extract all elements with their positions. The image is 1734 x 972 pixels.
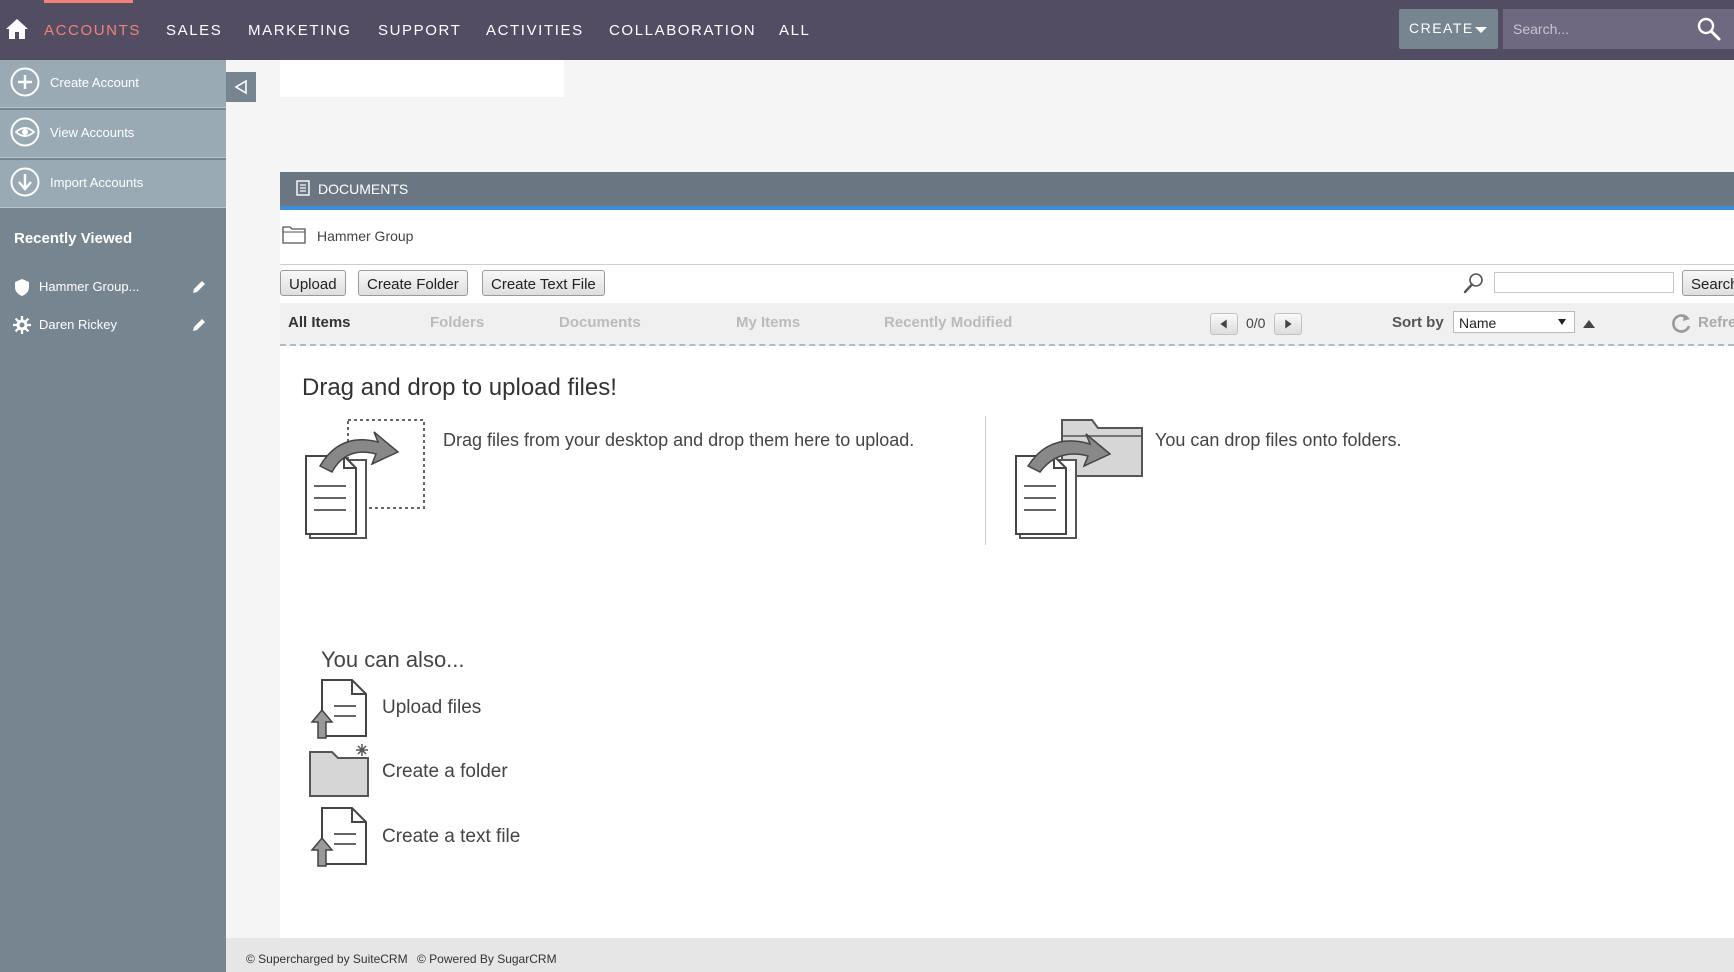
filter-folders[interactable]: Folders [430, 314, 484, 331]
top-nav-bar: ACCOUNTS SALES MARKETING SUPPORT ACTIVIT… [0, 0, 1734, 60]
shield-icon [15, 279, 29, 296]
sidebar-action-label: Create Account [50, 75, 139, 90]
global-search-input[interactable] [1513, 19, 1683, 39]
chevron-down-icon [1475, 27, 1487, 33]
documents-search-input[interactable] [1494, 272, 1674, 293]
create-text-file-link[interactable]: Create a text file [382, 826, 520, 848]
sidebar-action-label: View Accounts [50, 125, 135, 140]
footer-suitecrm-link[interactable]: © Supercharged by SuiteCRM [246, 952, 408, 966]
sidebar-view-accounts[interactable]: View Accounts [0, 110, 226, 158]
documents-header[interactable]: DOCUMENTS [280, 172, 1734, 206]
collapse-sidebar-button[interactable] [226, 72, 256, 102]
search-icon[interactable] [1696, 16, 1722, 42]
search-icon [1463, 273, 1483, 294]
previous-page-button[interactable] [1210, 313, 1238, 335]
drag-drop-instructions: Drag files from your desktop and drop th… [443, 430, 915, 450]
drop-onto-folder-illustration-icon [1015, 419, 1143, 539]
pencil-icon[interactable] [190, 278, 208, 296]
you-can-also-title: You can also... [321, 647, 465, 672]
filter-documents[interactable]: Documents [559, 314, 641, 331]
next-page-button[interactable] [1274, 313, 1302, 335]
eye-icon [10, 117, 40, 147]
plus-circle-icon [10, 67, 40, 97]
sort-ascending-icon[interactable] [1583, 320, 1595, 328]
filter-bar: All Items Folders Documents My Items Rec… [280, 303, 1734, 346]
create-folder-button[interactable]: Create Folder [358, 270, 468, 296]
detail-tab-panel [280, 60, 564, 97]
chevron-down-icon [1558, 319, 1566, 325]
gear-icon [13, 316, 31, 334]
sort-by-select[interactable]: Name [1453, 311, 1575, 333]
create-folder-link[interactable]: Create a folder [382, 761, 508, 783]
pencil-icon[interactable] [190, 316, 208, 334]
create-text-file-icon[interactable] [308, 804, 372, 868]
filter-recently-modified[interactable]: Recently Modified [884, 314, 1012, 331]
drop-onto-folders-text: You can drop files onto folders. [1155, 430, 1402, 450]
download-circle-icon [10, 167, 40, 197]
sidebar: Create Account View Accounts Import Acco… [0, 60, 226, 972]
global-search [1503, 9, 1734, 49]
drag-drop-title: Drag and drop to upload files! [302, 374, 617, 401]
recent-item-daren-rickey[interactable]: Daren Rickey [0, 310, 226, 340]
nav-sales[interactable]: SALES [166, 22, 222, 39]
upload-file-icon[interactable] [308, 676, 372, 740]
documents-header-label: DOCUMENTS [318, 181, 409, 197]
create-dropdown-button[interactable]: CREATE [1399, 9, 1498, 49]
footer-sugarcrm-link[interactable]: © Powered By SugarCRM [417, 952, 557, 966]
refresh-label[interactable]: Refresh [1698, 314, 1734, 331]
divider [985, 416, 986, 545]
home-icon[interactable] [4, 16, 30, 42]
nav-marketing[interactable]: MARKETING [248, 22, 352, 39]
sort-by-label: Sort by [1392, 314, 1444, 331]
documents-header-underline [280, 206, 1734, 210]
nav-all[interactable]: ALL [779, 22, 811, 39]
sort-by-value: Name [1459, 315, 1497, 331]
recent-item-label: Daren Rickey [39, 317, 118, 332]
recent-item-hammer-group[interactable]: Hammer Group... [0, 272, 226, 302]
footer: © Supercharged by SuiteCRM © Powered By … [226, 938, 1734, 972]
refresh-icon[interactable] [1670, 311, 1692, 335]
upload-button[interactable]: Upload [280, 270, 346, 296]
filter-all-items[interactable]: All Items [288, 314, 351, 331]
content-gutter [226, 60, 280, 960]
nav-activities[interactable]: ACTIVITIES [486, 22, 584, 39]
nav-collaboration[interactable]: COLLABORATION [609, 22, 756, 39]
folder-icon [282, 226, 306, 244]
nav-accounts[interactable]: ACCOUNTS [44, 22, 141, 39]
active-tab-indicator [44, 0, 133, 3]
document-icon [296, 180, 310, 196]
drag-files-illustration-icon [305, 419, 425, 539]
documents-search-button[interactable]: Search [1682, 270, 1734, 296]
sidebar-action-label: Import Accounts [50, 175, 144, 190]
create-folder-icon[interactable] [308, 740, 372, 804]
filter-my-items[interactable]: My Items [736, 314, 800, 331]
recent-item-label: Hammer Group... [39, 279, 140, 294]
pager-count: 0/0 [1246, 315, 1266, 331]
create-text-file-button[interactable]: Create Text File [482, 270, 605, 296]
sidebar-import-accounts[interactable]: Import Accounts [0, 160, 226, 208]
sidebar-create-account[interactable]: Create Account [0, 60, 226, 108]
recently-viewed-title: Recently Viewed [14, 230, 133, 247]
create-label: CREATE [1409, 20, 1474, 36]
breadcrumb-folder-name[interactable]: Hammer Group [317, 228, 413, 244]
upload-files-link[interactable]: Upload files [382, 697, 481, 719]
divider [280, 264, 1734, 265]
nav-support[interactable]: SUPPORT [378, 22, 461, 39]
